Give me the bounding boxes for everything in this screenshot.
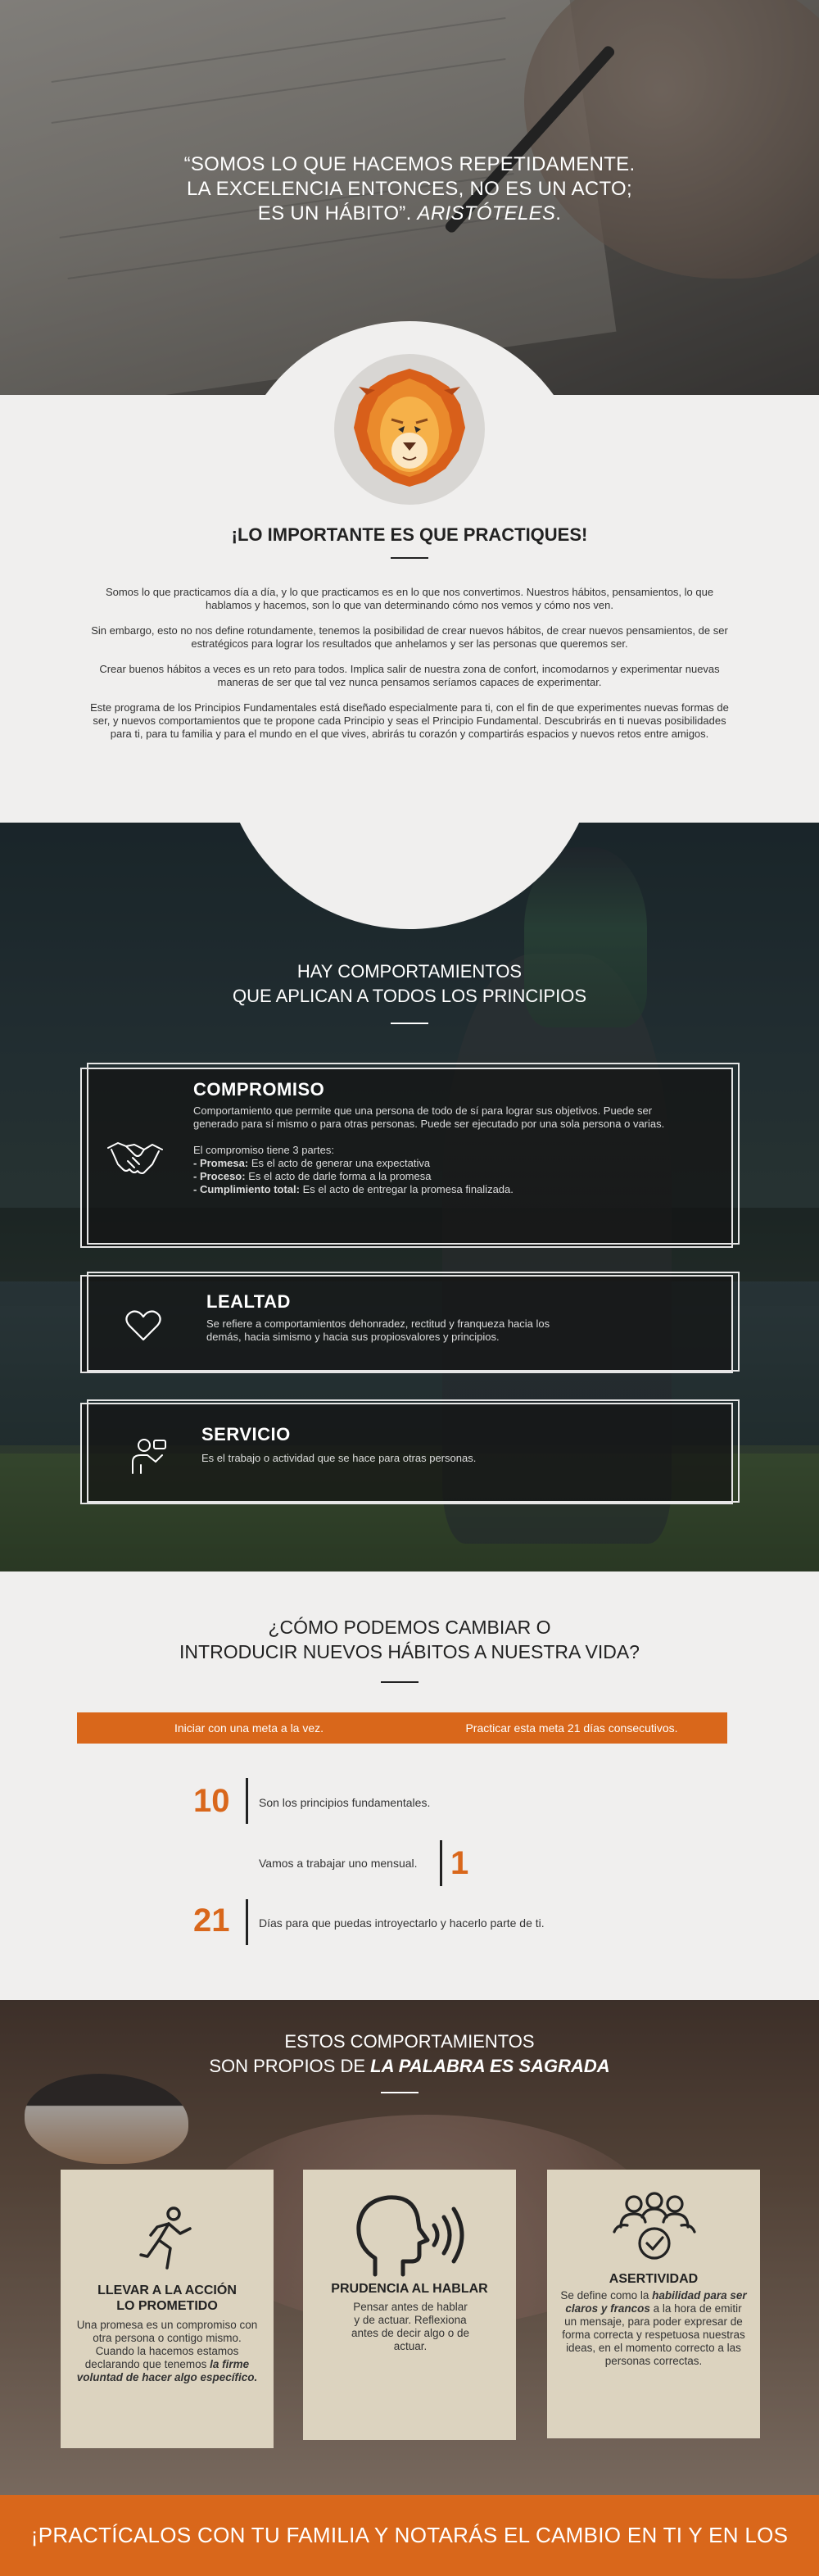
goal-pill: Iniciar con una meta a la vez. [77,1712,421,1744]
card-description: Es el trabajo o actividad que se hace pa… [201,1452,477,1464]
word-title: ESTOS COMPORTAMIENTOS SON PROPIOS DE LA … [0,2030,819,2079]
box-title-line: LO PROMETIDO [116,2299,218,2313]
card-compromiso: COMPROMISO Comportamiento que permite qu… [80,1063,740,1248]
stat-number: 10 [193,1783,230,1819]
handshake-icon [107,1142,163,1174]
part-label: - Promesa: [193,1157,249,1169]
divider [391,557,428,559]
card-servicio: SERVICIO Es el trabajo o actividad que s… [80,1399,740,1504]
word-title-line: ESTOS COMPORTAMIENTOS [284,2031,535,2052]
divider [381,1681,419,1683]
part-text: Es el acto de generar una expectativa [248,1157,431,1169]
box-title: LLEVAR A LA ACCIÓN LO PROMETIDO [61,2283,274,2314]
box-text: Una promesa es un compromiso con otra pe… [72,2319,262,2384]
aristotle-quote: “SOMOS LO QUE HACEMOS REPETIDAMENTE. LA … [82,152,737,226]
box-title-line: LLEVAR A LA ACCIÓN [97,2283,237,2297]
stat-text: Días para que puedas introyectarlo y hac… [259,1916,545,1930]
divider [391,1023,428,1024]
compromiso-part: - Promesa: Es el acto de generar una exp… [193,1157,693,1170]
card-title: SERVICIO [201,1424,291,1444]
lion-badge [334,354,485,505]
part-text: Es el acto de darle forma a la promesa [245,1170,432,1182]
running-person-icon [139,2206,192,2270]
lion-icon [354,369,465,487]
stat-bar [246,1899,248,1945]
habits-title-line: INTRODUCIR NUEVOS HÁBITOS A NUESTRA VIDA… [179,1641,640,1662]
behaviour-box: PRUDENCIA AL HABLAR Pensar antes de habl… [303,2170,516,2440]
card-border [87,1399,740,1503]
word-title-emphasis: LA PALABRA ES SAGRADA [370,2056,610,2076]
intro-title: ¡LO IMPORTANTE ES QUE PRACTIQUES! [231,524,588,545]
box-text: Pensar antes de hablar y de actuar. Refl… [351,2301,470,2352]
group-check-icon [613,2192,696,2260]
part-label: - Cumplimiento total: [193,1183,300,1195]
card-description: Se refiere a comportamientos dehonradez,… [206,1317,550,1343]
intro-text: Somos lo que practicamos día a día, y lo… [82,574,737,741]
behaviours-title-line: HAY COMPORTAMIENTOS [296,961,523,982]
intro-paragraph: Crear buenos hábitos a veces es un reto … [99,663,720,688]
quote-author: ARISTÓTELES [417,202,556,224]
habits-title: ¿CÓMO PODEMOS CAMBIAR O INTRODUCIR NUEVO… [0,1615,819,1664]
behaviours-title: HAY COMPORTAMIENTOS QUE APLICAN A TODOS … [0,959,819,1009]
card-description: Comportamiento que permite que una perso… [193,1104,693,1196]
quote-line: “SOMOS LO QUE HACEMOS REPETIDAMENTE. [183,153,636,175]
part-text: Es el acto de entregar la promesa finali… [300,1183,514,1195]
box-title: ASERTIVIDAD [609,2272,699,2286]
stat-number: 1 [450,1845,469,1881]
speaking-head-icon [356,2195,464,2277]
divider [381,2092,419,2093]
part-label: - Proceso: [193,1170,246,1182]
behaviour-box: ASERTIVIDAD Se define como la habilidad … [547,2170,760,2438]
habits-title-line: ¿CÓMO PODEMOS CAMBIAR O [268,1617,551,1638]
intro-paragraph: Este programa de los Principios Fundamen… [90,701,729,740]
behaviours-title-line: QUE APLICAN A TODOS LOS PRINCIPIOS [233,986,586,1006]
card-title: COMPROMISO [193,1079,325,1100]
stat-bar [440,1840,442,1886]
compromiso-parts-intro: El compromiso tiene 3 partes: [193,1144,334,1156]
stat-text: Vamos a trabajar uno mensual. [259,1857,418,1870]
box-title: PRUDENCIA AL HABLAR [331,2282,488,2296]
page: “SOMOS LO QUE HACEMOS REPETIDAMENTE. LA … [0,0,819,2576]
stat-text: Son los principios fundamentales. [259,1796,431,1809]
intro-paragraph: Sin embargo, esto no nos define rotundam… [91,624,728,650]
box-text-part: Se define como la [560,2289,653,2302]
stat-number: 21 [193,1903,230,1939]
goal-pill: Practicar esta meta 21 días consecutivos… [416,1712,727,1744]
word-title-line: SON PROPIOS DE [209,2056,371,2076]
card-lealtad: LEALTAD Se refiere a comportamientos deh… [80,1272,740,1373]
quote-end: . [555,202,562,224]
quote-line: LA EXCELENCIA ENTONCES, NO ES UN ACTO; [186,178,632,200]
person-service-icon [132,1439,166,1474]
footer-banner: ¡PRACTÍCALOS CON TU FAMILIA Y NOTARÁS EL… [0,2495,819,2576]
compromiso-desc: Comportamiento que permite que una perso… [193,1104,665,1130]
intro-paragraph: Somos lo que practicamos día a día, y lo… [105,586,714,611]
card-title: LEALTAD [206,1291,291,1312]
compromiso-part: - Proceso: Es el acto de darle forma a l… [193,1170,693,1183]
behaviour-box: LLEVAR A LA ACCIÓN LO PROMETIDO Una prom… [61,2170,274,2448]
quote-line: ES UN HÁBITO”. [257,202,412,224]
box-text: Se define como la habilidad para ser cla… [559,2289,749,2368]
compromiso-part: - Cumplimiento total: Es el acto de entr… [193,1183,693,1196]
stat-bar [246,1778,248,1824]
heart-icon [125,1310,161,1341]
